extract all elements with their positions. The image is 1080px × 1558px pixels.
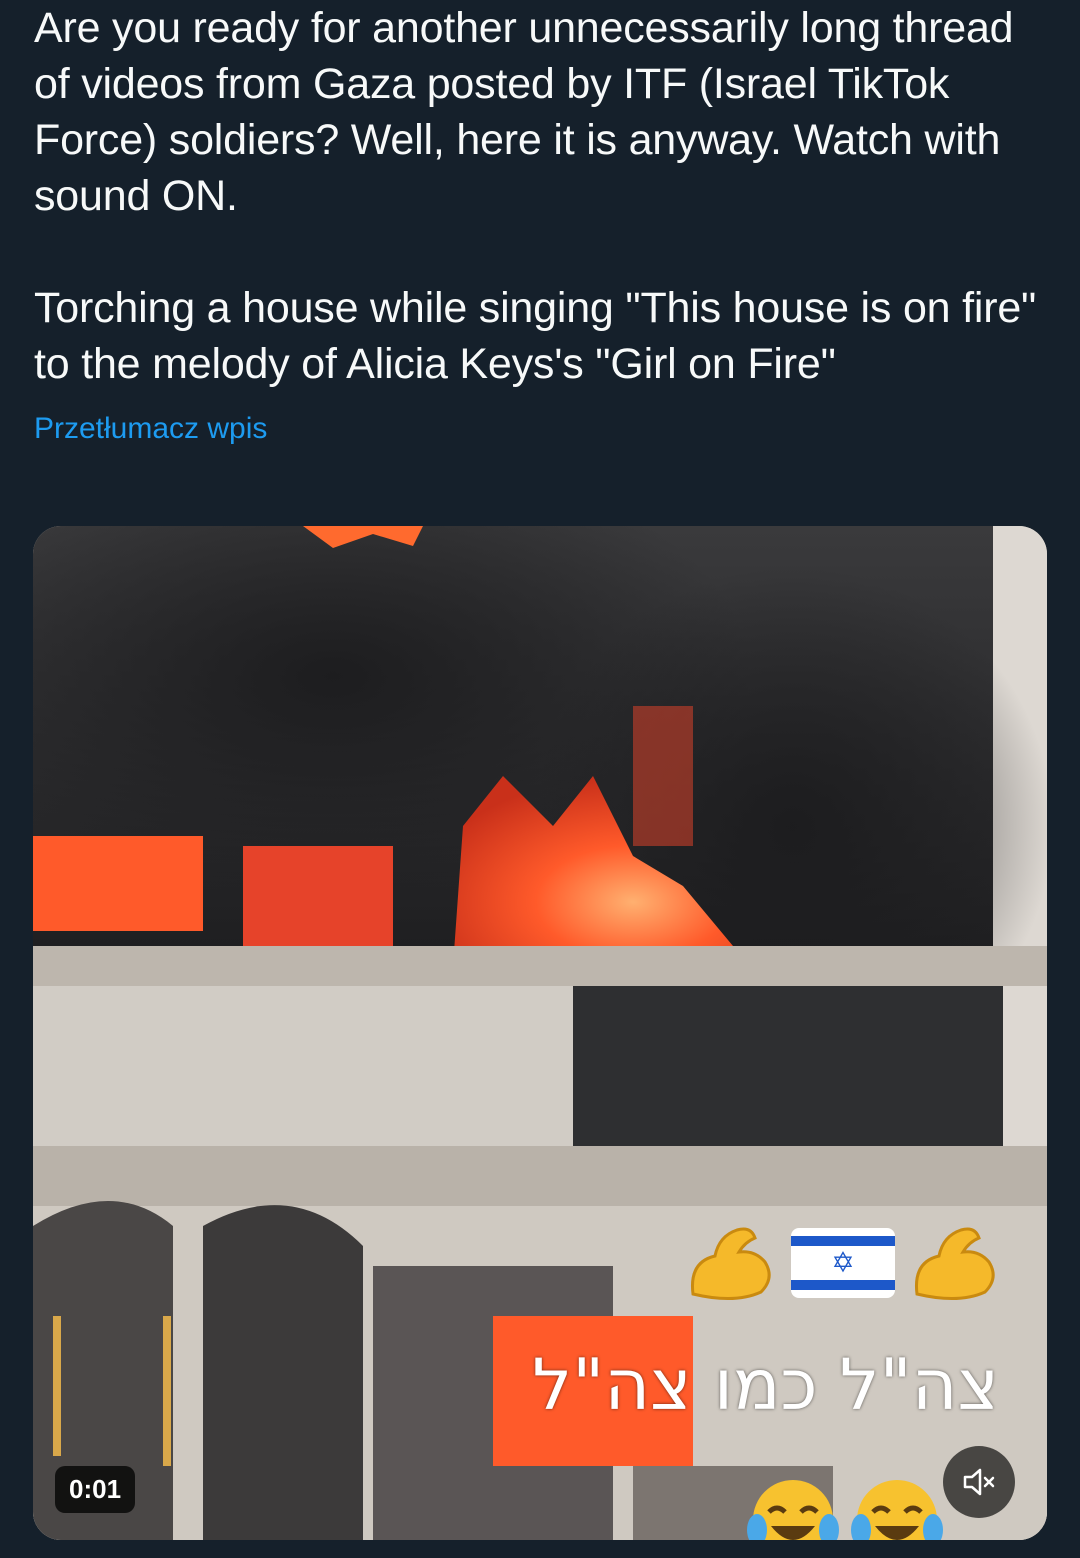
israel-flag-icon: ✡ [791, 1228, 895, 1298]
video-caption-overlay: צה"ל כמו צה"ל [532, 1344, 999, 1426]
flexed-biceps-icon [690, 1227, 771, 1301]
post-body: Are you ready for another unnecessarily … [34, 0, 1054, 392]
post-paragraph-2: Torching a house while singing "This hou… [34, 284, 1037, 388]
translate-post-link[interactable]: Przetłumacz wpis [34, 412, 267, 446]
post-paragraph-1: Are you ready for another unnecessarily … [34, 4, 1014, 220]
emoji-overlay: ✡ [685, 1222, 1001, 1304]
video-timestamp: 0:01 [55, 1466, 136, 1513]
face-with-tears-of-joy-icon [747, 1480, 839, 1540]
speaker-muted-icon [963, 1468, 995, 1496]
flexed-biceps-icon [914, 1227, 995, 1301]
unmute-button[interactable] [943, 1446, 1015, 1518]
laughing-emoji-row [745, 1468, 945, 1540]
video-player[interactable]: ✡ צה"ל כמו צה"ל 0:01 [33, 526, 1047, 1540]
face-with-tears-of-joy-icon [851, 1480, 943, 1540]
